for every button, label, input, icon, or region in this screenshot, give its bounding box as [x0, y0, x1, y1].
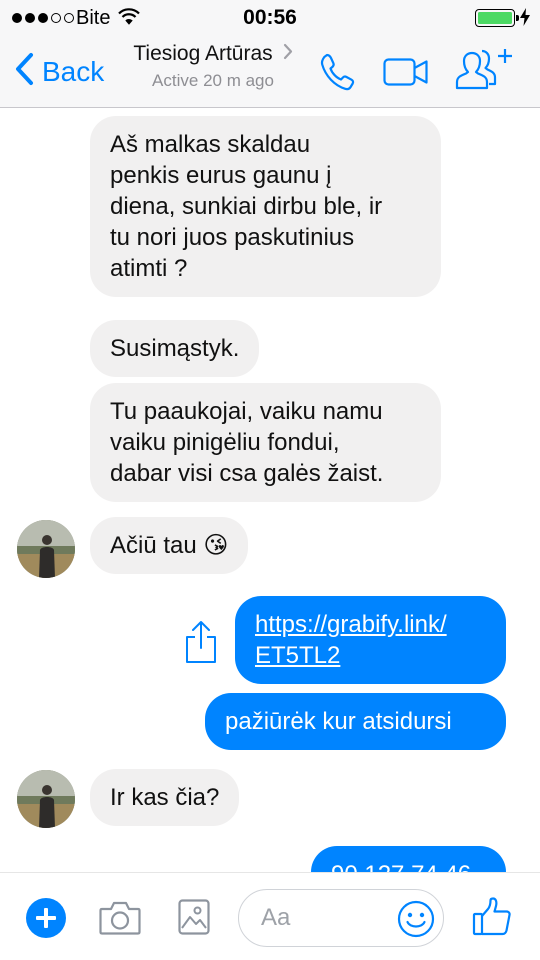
active-status: Active 20 m ago [152, 71, 274, 90]
charging-bolt-icon [520, 8, 530, 31]
message-text: Ačiū tau [110, 532, 197, 559]
chevron-left-icon [14, 52, 34, 91]
message-bubble-outgoing[interactable]: pažiūrėk kur atsidursi [205, 693, 506, 750]
contact-name: Tiesiog Artūras [133, 42, 273, 65]
message-input-box[interactable] [238, 889, 444, 947]
message-bubble-incoming[interactable]: Tu paaukojai, vaiku namu vaiku pinigėliu… [90, 383, 441, 502]
thumbs-up-icon[interactable] [472, 897, 512, 942]
link-text[interactable]: https://grabify.link/ [255, 609, 486, 640]
plus-icon[interactable] [26, 898, 66, 938]
message-bubble-incoming[interactable]: Ačiū tau 😘 [90, 517, 249, 574]
clock: 00:56 [243, 6, 297, 29]
message-line: Tu paaukojai, vaiku namu [110, 398, 383, 425]
share-icon[interactable] [184, 620, 218, 669]
message-line: diena, sunkiai dirbu ble, ir [110, 193, 383, 220]
phone-icon[interactable] [318, 52, 356, 97]
chevron-right-icon [283, 42, 293, 66]
message-bubble-outgoing[interactable]: https://grabify.link/ ET5TL2 [235, 596, 506, 684]
kissing-face-emoji: 😘 [203, 532, 229, 559]
message-line: Ir kas čia? [110, 784, 220, 811]
message-list[interactable]: Aš malkas skaldau penkis eurus gaunu į d… [0, 108, 540, 872]
contact-info[interactable]: Tiesiog Artūras Active 20 m ago [118, 42, 308, 91]
back-label: Back [42, 55, 105, 87]
battery-icon [475, 9, 519, 27]
message-bubble-incoming[interactable]: Aš malkas skaldau penkis eurus gaunu į d… [90, 116, 441, 297]
message-line: penkis eurus gaunu į [110, 162, 332, 189]
back-button[interactable]: Back [14, 52, 104, 91]
add-people-icon[interactable] [455, 48, 513, 95]
smiley-icon[interactable] [397, 900, 435, 943]
message-bubble-outgoing[interactable]: 90.127.74.46 [311, 846, 506, 872]
message-input[interactable] [261, 902, 391, 934]
message-bubble-incoming[interactable]: Ir kas čia? [90, 769, 240, 826]
message-bubble-incoming[interactable]: Susimąstyk. [90, 320, 260, 377]
message-line: dabar visi csa galės žaist. [110, 460, 384, 487]
message-line: pažiūrėk kur atsidursi [225, 708, 452, 735]
camera-icon[interactable] [99, 900, 141, 941]
message-line: 90.127.74.46 [331, 859, 486, 872]
video-camera-icon[interactable] [383, 58, 429, 91]
avatar[interactable] [17, 770, 75, 828]
message-line: Aš malkas skaldau [110, 131, 311, 158]
image-icon[interactable] [178, 899, 210, 940]
message-line: atimti ? [110, 255, 188, 282]
message-line: Susimąstyk. [110, 335, 240, 362]
avatar[interactable] [17, 520, 75, 578]
conversation-header: Back Tiesiog Artūras Active 20 m ago [0, 36, 540, 108]
message-line: vaiku pinigėliu fondui, [110, 429, 340, 456]
message-composer [0, 872, 540, 960]
link-text[interactable]: ET5TL2 [255, 640, 486, 671]
status-bar: Bite 00:56 [0, 0, 540, 36]
message-line: tu nori juos paskutinius [110, 224, 355, 251]
